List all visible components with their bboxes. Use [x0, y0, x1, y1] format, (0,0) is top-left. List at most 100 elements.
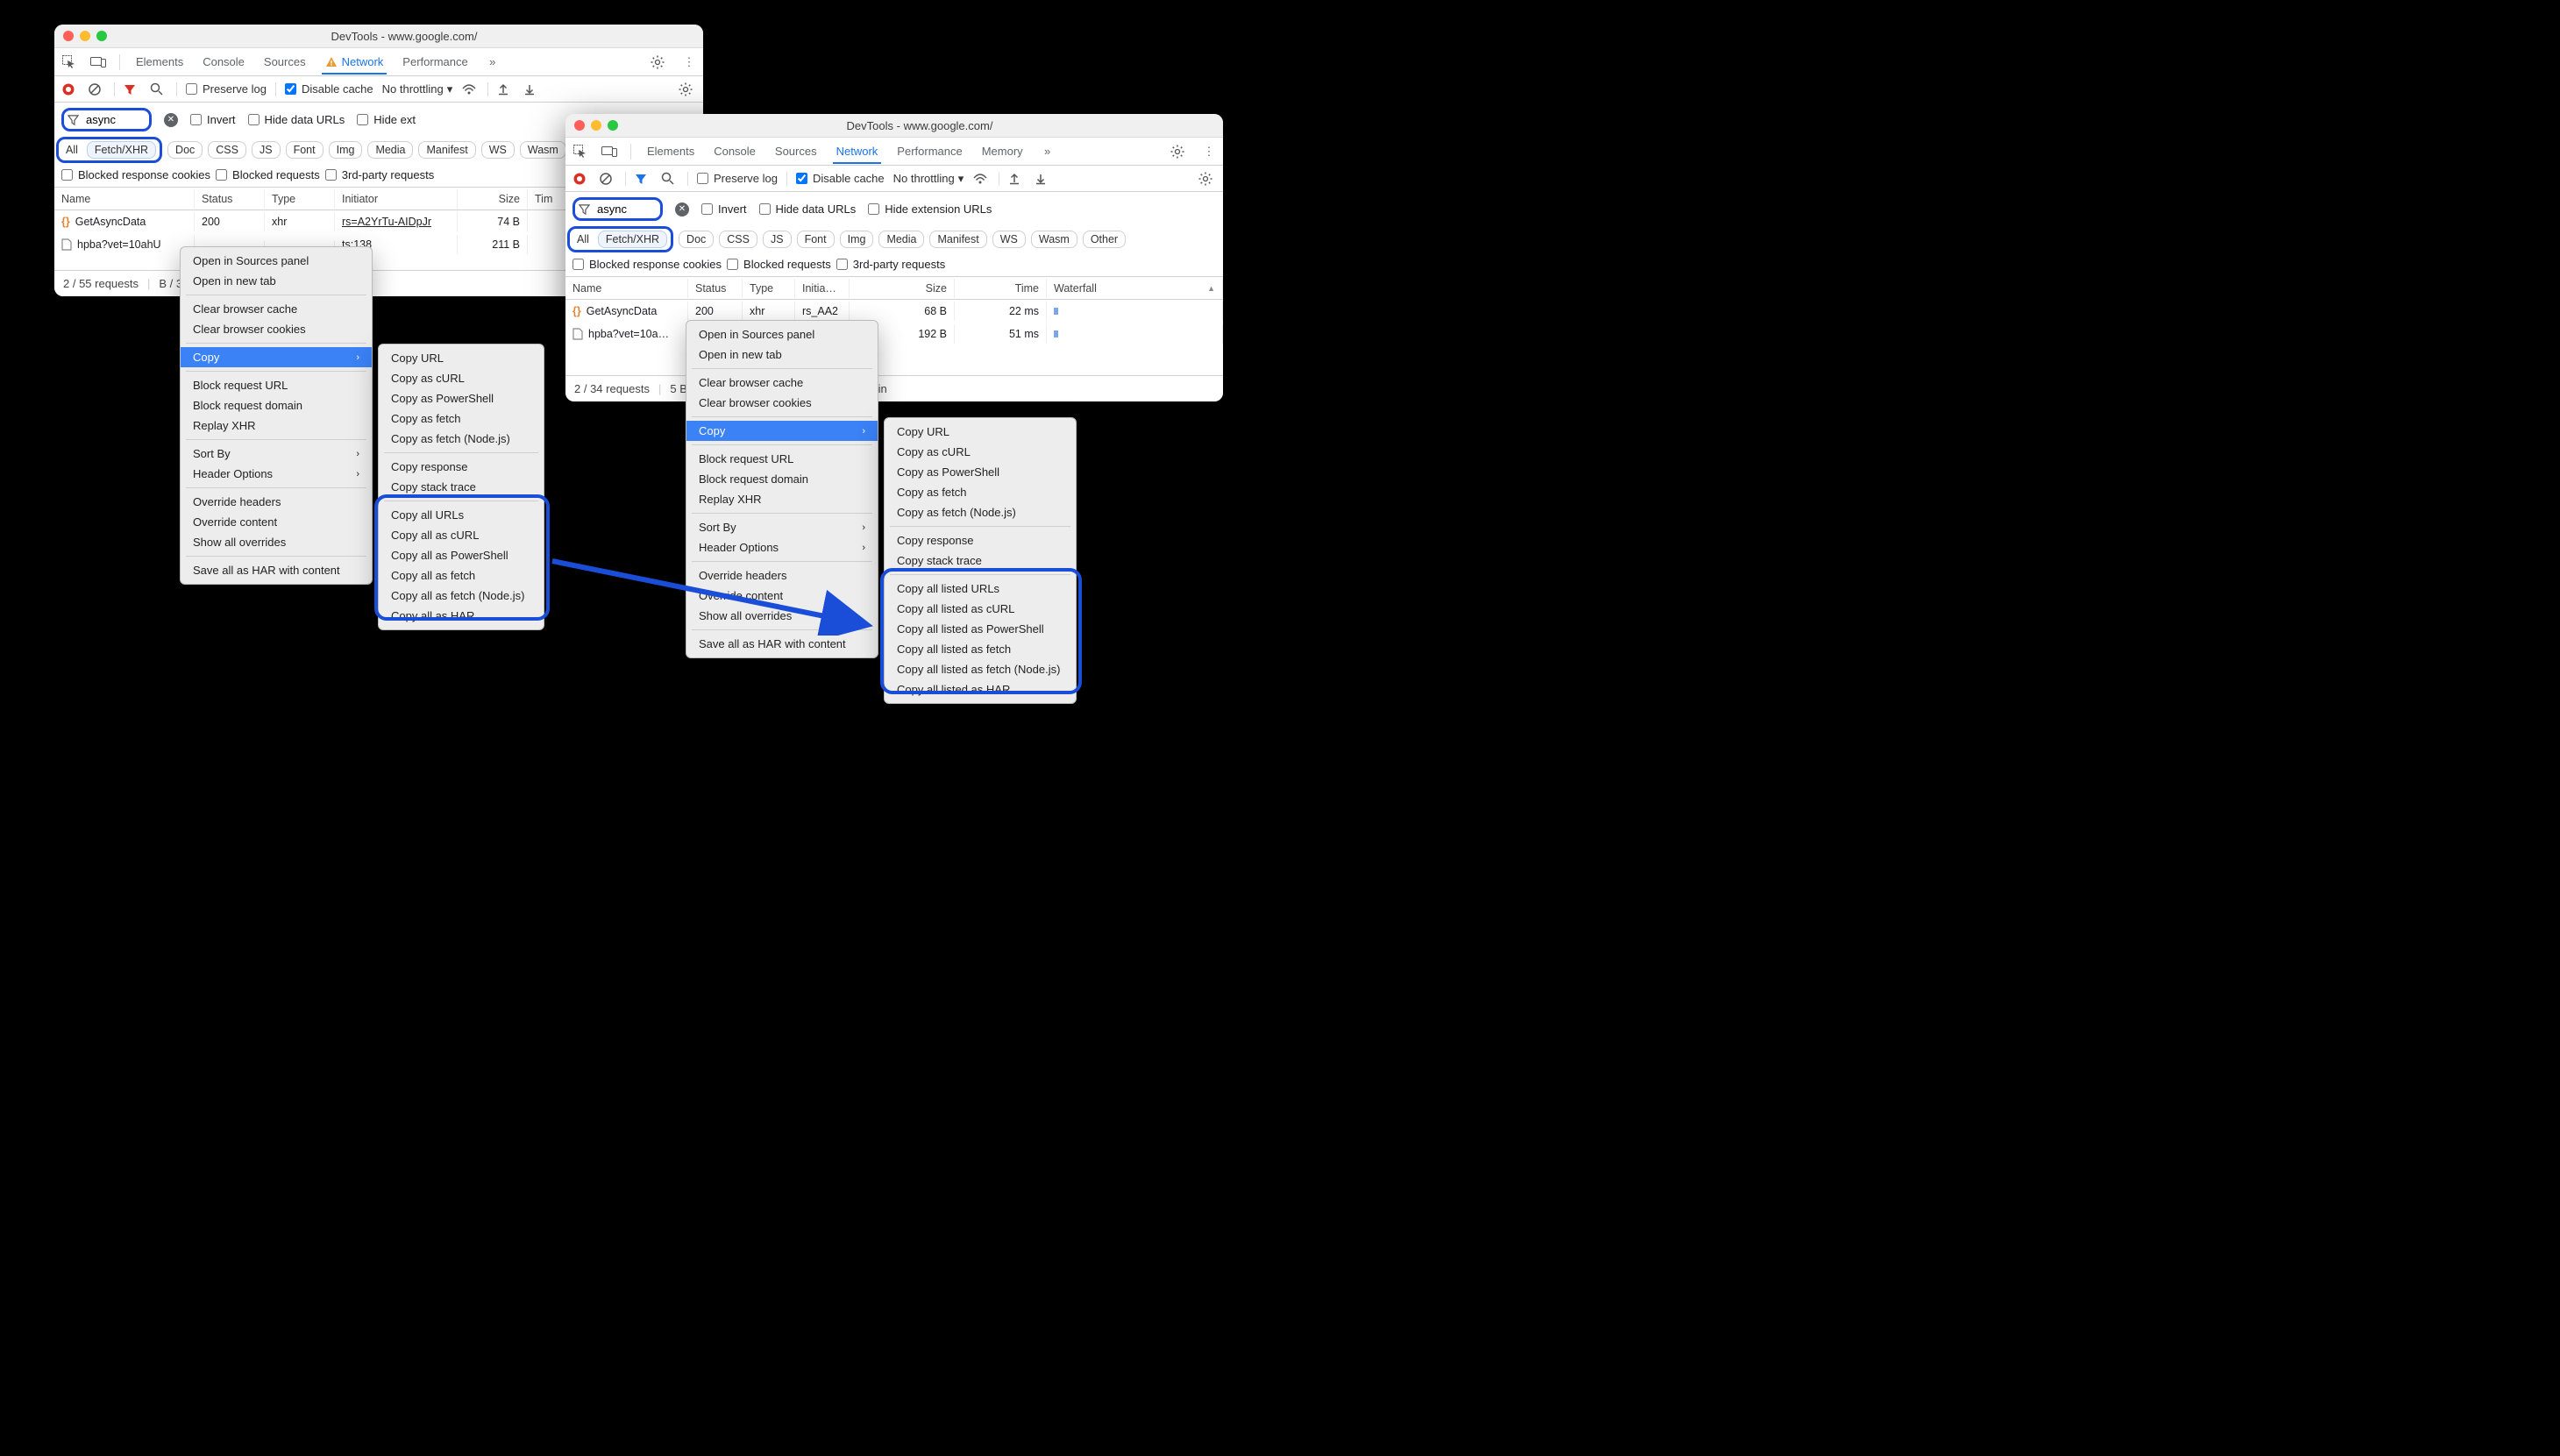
menu-item[interactable]: Clear browser cookies [181, 319, 372, 339]
menu-item[interactable]: Copy response [379, 457, 544, 477]
menu-item[interactable]: Copy all as cURL [379, 525, 544, 545]
throttling-select[interactable]: No throttling ▾ [382, 82, 453, 96]
col-name[interactable]: Name [565, 279, 688, 298]
device-toggle-icon[interactable] [89, 53, 107, 71]
col-size[interactable]: Size [850, 279, 955, 298]
menu-item[interactable]: Copy URL [379, 348, 544, 368]
tab-network[interactable]: Network [322, 50, 388, 75]
pill-font[interactable]: Font [797, 231, 835, 248]
menu-item[interactable]: Copy as cURL [379, 368, 544, 388]
menu-item[interactable]: Copy all listed as fetch [885, 639, 1076, 659]
search-icon[interactable] [661, 172, 679, 185]
disable-cache-checkbox[interactable]: Disable cache [285, 82, 373, 96]
hide-ext-urls-checkbox[interactable]: Hide ext [357, 113, 416, 126]
col-time[interactable]: Time [955, 279, 1047, 298]
more-menu-icon[interactable]: ⋮ [680, 55, 698, 69]
menu-item[interactable]: Copy stack trace [885, 550, 1076, 571]
menu-item[interactable]: Copy as fetch [379, 408, 544, 429]
menu-item[interactable]: Block request domain [181, 395, 372, 415]
invert-checkbox[interactable]: Invert [701, 202, 747, 216]
menu-item[interactable]: Copy as cURL [885, 442, 1076, 462]
menu-item[interactable]: Copy as fetch [885, 482, 1076, 502]
pill-all[interactable]: All [573, 231, 593, 247]
menu-item[interactable]: Copy› [181, 347, 372, 367]
tab-console[interactable]: Console [710, 139, 759, 163]
pill-media[interactable]: Media [367, 141, 413, 159]
menu-item[interactable]: Save all as HAR with content [181, 560, 372, 580]
pill-ws[interactable]: WS [992, 231, 1026, 248]
tab-console[interactable]: Console [199, 50, 248, 74]
col-type[interactable]: Type [743, 279, 795, 298]
inspect-icon[interactable] [60, 53, 77, 71]
menu-item[interactable]: Copy all as PowerShell [379, 545, 544, 565]
device-toggle-icon[interactable] [601, 143, 618, 160]
menu-item[interactable]: Clear browser cache [686, 373, 878, 393]
third-party-checkbox[interactable]: 3rd-party requests [836, 258, 946, 271]
pill-js[interactable]: JS [252, 141, 281, 159]
menu-item[interactable]: Copy as PowerShell [379, 388, 544, 408]
throttling-select[interactable]: No throttling ▾ [893, 172, 964, 186]
menu-item[interactable]: Copy› [686, 421, 878, 441]
disable-cache-checkbox[interactable]: Disable cache [796, 172, 885, 185]
search-icon[interactable] [150, 82, 167, 96]
network-settings-icon[interactable] [1198, 172, 1216, 186]
maximize-button[interactable] [96, 31, 107, 41]
col-waterfall[interactable]: Waterfall▲ [1047, 279, 1223, 298]
menu-item[interactable]: Copy URL [885, 422, 1076, 442]
col-name[interactable]: Name [54, 189, 195, 209]
menu-item[interactable]: Copy stack trace [379, 477, 544, 497]
hide-data-urls-checkbox[interactable]: Hide data URLs [248, 113, 345, 126]
pill-all[interactable]: All [62, 142, 82, 158]
menu-item[interactable]: Replay XHR [181, 415, 372, 436]
menu-item[interactable]: Block request URL [686, 449, 878, 469]
menu-item[interactable]: Sort By› [686, 517, 878, 537]
preserve-log-checkbox[interactable]: Preserve log [186, 82, 267, 96]
network-conditions-icon[interactable] [972, 173, 990, 185]
context-menu-left[interactable]: Open in Sources panelOpen in new tabClea… [180, 246, 373, 585]
menu-item[interactable]: Copy all as HAR [379, 606, 544, 626]
record-icon[interactable] [572, 172, 590, 186]
menu-item[interactable]: Show all overrides [181, 532, 372, 552]
menu-item[interactable]: Header Options› [686, 537, 878, 558]
clear-icon[interactable] [599, 172, 616, 186]
menu-item[interactable]: Open in new tab [686, 344, 878, 365]
menu-item[interactable]: Copy all listed URLs [885, 579, 1076, 599]
menu-item[interactable]: Clear browser cache [181, 299, 372, 319]
menu-item[interactable]: Override headers [181, 492, 372, 512]
tab-performance[interactable]: Performance [399, 50, 471, 74]
menu-item[interactable]: Clear browser cookies [686, 393, 878, 413]
pill-fetch-xhr[interactable]: Fetch/XHR [87, 141, 156, 159]
pill-font[interactable]: Font [286, 141, 324, 159]
table-row[interactable]: hpba?vet=10a… 192 B 51 ms [565, 323, 1223, 345]
network-conditions-icon[interactable] [461, 83, 479, 96]
maximize-button[interactable] [608, 120, 618, 131]
menu-item[interactable]: Replay XHR [686, 489, 878, 509]
pill-css[interactable]: CSS [208, 141, 246, 159]
download-har-icon[interactable] [1035, 173, 1052, 185]
pill-img[interactable]: Img [840, 231, 874, 248]
pill-fetch-xhr[interactable]: Fetch/XHR [598, 231, 667, 248]
menu-item[interactable]: Copy all listed as cURL [885, 599, 1076, 619]
menu-item[interactable]: Open in Sources panel [686, 324, 878, 344]
close-button[interactable] [574, 120, 585, 131]
blocked-requests-checkbox[interactable]: Blocked requests [727, 258, 831, 271]
menu-item[interactable]: Copy all URLs [379, 505, 544, 525]
hide-data-urls-checkbox[interactable]: Hide data URLs [759, 202, 857, 216]
menu-item[interactable]: Block request URL [181, 375, 372, 395]
menu-item[interactable]: Copy all listed as PowerShell [885, 619, 1076, 639]
pill-ws[interactable]: WS [481, 141, 515, 159]
col-initiator[interactable]: Initia… [795, 279, 850, 298]
upload-har-icon[interactable] [1008, 173, 1026, 185]
tab-sources[interactable]: Sources [772, 139, 821, 163]
col-status[interactable]: Status [195, 189, 265, 209]
tab-performance[interactable]: Performance [893, 139, 965, 163]
settings-icon[interactable] [651, 55, 668, 69]
context-submenu-right[interactable]: Copy URLCopy as cURLCopy as PowerShellCo… [884, 417, 1077, 704]
blocked-cookies-checkbox[interactable]: Blocked response cookies [572, 258, 722, 271]
menu-item[interactable]: Copy as fetch (Node.js) [379, 429, 544, 449]
menu-item[interactable]: Copy all listed as HAR [885, 679, 1076, 700]
menu-item[interactable]: Copy response [885, 530, 1076, 550]
menu-item[interactable]: Header Options› [181, 464, 372, 484]
pill-other[interactable]: Other [1083, 231, 1126, 248]
clear-filter-icon[interactable]: ✕ [675, 202, 689, 217]
